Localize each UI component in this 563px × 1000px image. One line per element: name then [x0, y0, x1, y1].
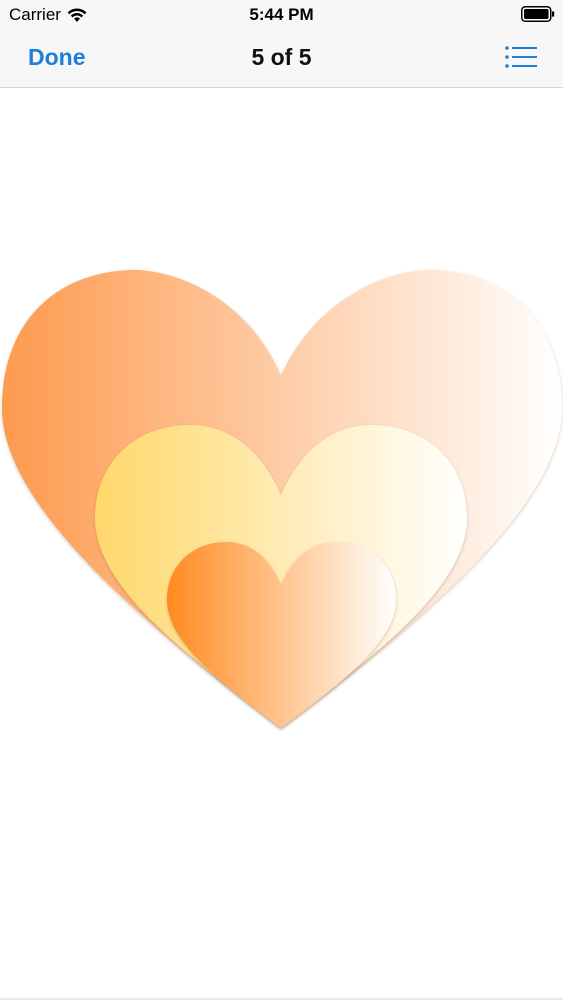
navigation-bar: Done 5 of 5 [0, 30, 563, 88]
screen: Carrier 5:44 PM Done 5 of 5 [0, 0, 563, 1000]
status-bar: Carrier 5:44 PM [0, 0, 563, 30]
battery-icon [521, 6, 555, 22]
drawing-canvas [0, 88, 563, 998]
status-time: 5:44 PM [249, 5, 314, 24]
hearts-drawing [2, 269, 562, 728]
list-icon[interactable] [505, 45, 537, 69]
page-title: 5 of 5 [251, 44, 312, 70]
